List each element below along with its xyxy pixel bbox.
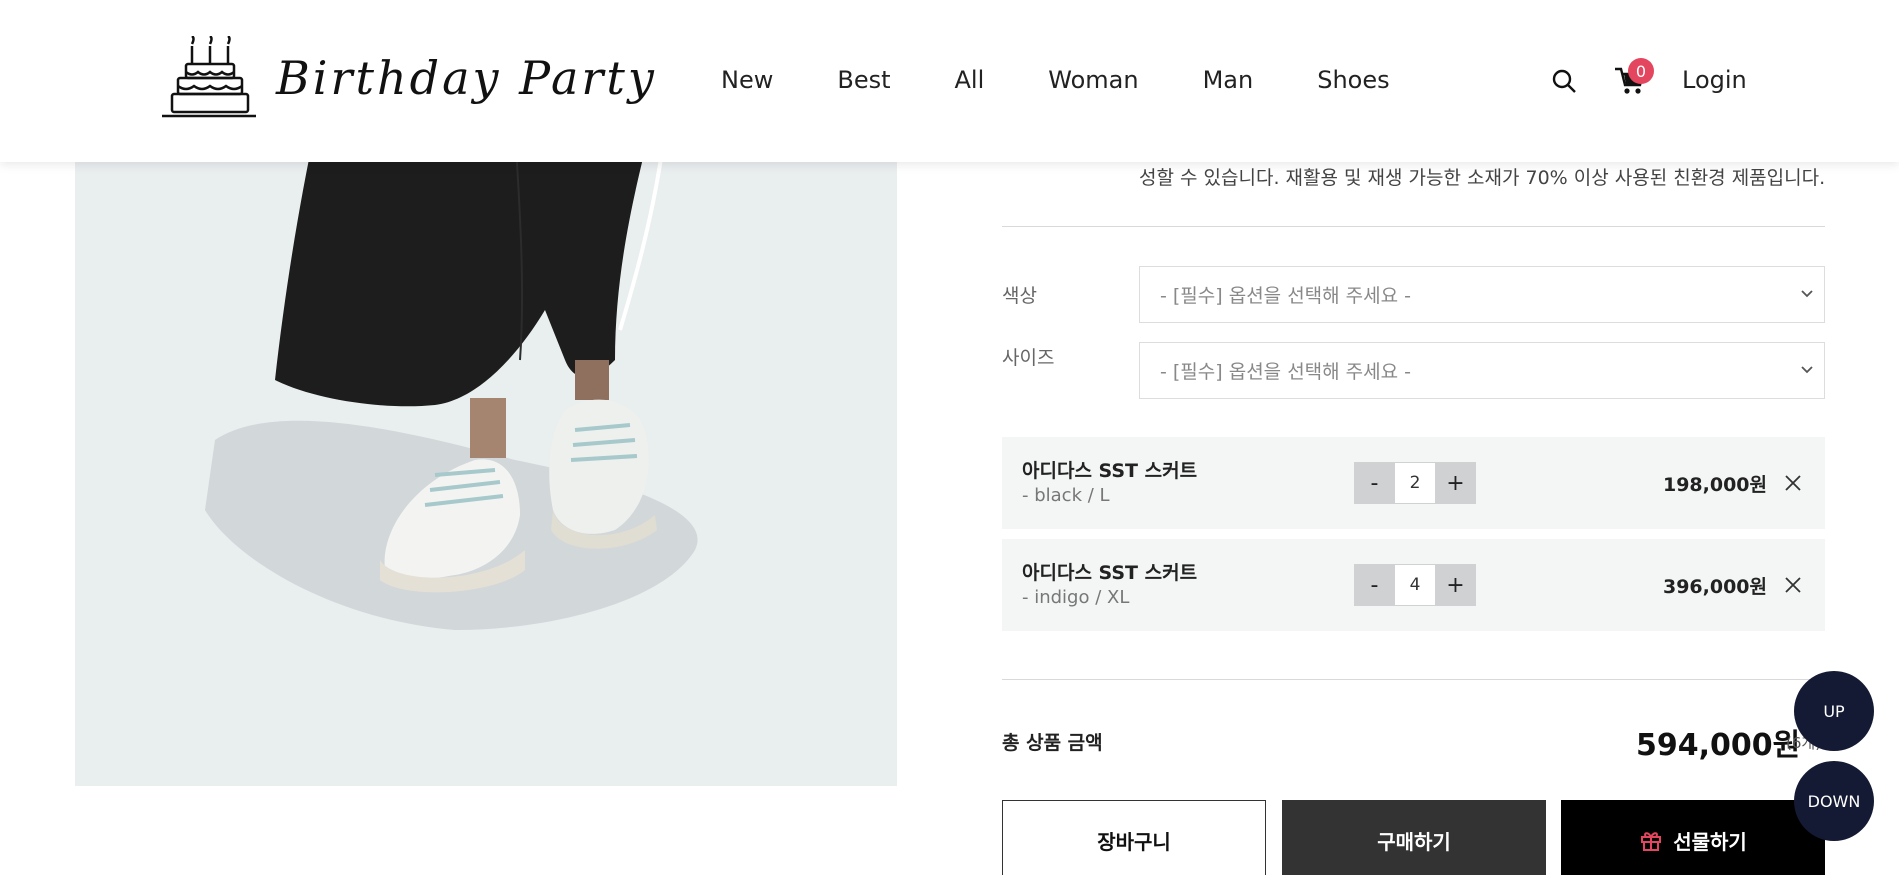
close-icon[interactable]: [1783, 575, 1803, 595]
cart-count-badge: 0: [1628, 58, 1654, 84]
qty-minus-button[interactable]: -: [1354, 462, 1395, 504]
scroll-up-button[interactable]: UP: [1794, 671, 1874, 751]
item-name: 아디다스 SST 스커트: [1022, 562, 1198, 584]
selected-item-row: 아디다스 SST 스커트 - indigo / XL - 4 + 396,000…: [1002, 539, 1825, 631]
site-header: Birthday Party New Best All Woman Man Sh…: [0, 0, 1899, 162]
selected-item-row: 아디다스 SST 스커트 - black / L - 2 + 198,000원: [1002, 437, 1825, 529]
item-price: 396,000원: [1662, 576, 1767, 598]
nav-shoes[interactable]: Shoes: [1317, 66, 1389, 94]
qty-minus-button[interactable]: -: [1354, 564, 1395, 606]
qty-input[interactable]: 4: [1395, 564, 1435, 606]
product-description: 성할 수 있습니다. 재활용 및 재생 가능한 소재가 70% 이상 사용된 친…: [1139, 167, 1826, 189]
close-icon[interactable]: [1783, 473, 1803, 493]
color-option-label: 색상: [1002, 285, 1037, 307]
search-icon[interactable]: [1551, 68, 1577, 94]
main-nav: New Best All Woman Man Shoes: [721, 66, 1390, 94]
item-price: 198,000원: [1662, 474, 1767, 496]
item-option: - indigo / XL: [1022, 587, 1130, 608]
qty-plus-button[interactable]: +: [1435, 462, 1476, 504]
qty-input[interactable]: 2: [1395, 462, 1435, 504]
nav-best[interactable]: Best: [837, 66, 890, 94]
qty-plus-button[interactable]: +: [1435, 564, 1476, 606]
site-logo[interactable]: Birthday Party: [160, 36, 657, 120]
divider: [1002, 679, 1825, 680]
buy-now-button[interactable]: 구매하기: [1282, 800, 1546, 875]
item-name: 아디다스 SST 스커트: [1022, 460, 1198, 482]
quantity-stepper: - 2 +: [1354, 462, 1476, 504]
total-price: 594,000원: [1636, 728, 1801, 763]
logo-text: Birthday Party: [276, 51, 657, 105]
total-label: 총 상품 금액: [1002, 732, 1103, 754]
divider: [1002, 226, 1825, 227]
nav-woman[interactable]: Woman: [1048, 66, 1138, 94]
gift-icon: [1641, 832, 1662, 851]
scroll-down-button[interactable]: DOWN: [1794, 761, 1874, 841]
buy-now-label: 구매하기: [1377, 829, 1451, 854]
nav-all[interactable]: All: [955, 66, 985, 94]
size-select-value: - [필수] 옵션을 선택해 주세요 -: [1160, 361, 1412, 383]
add-to-cart-label: 장바구니: [1097, 829, 1171, 854]
add-to-cart-button[interactable]: 장바구니: [1002, 800, 1266, 875]
nav-man[interactable]: Man: [1203, 66, 1254, 94]
gift-label: 선물하기: [1673, 829, 1747, 854]
product-image: [75, 130, 897, 786]
quantity-stepper: - 4 +: [1354, 564, 1476, 606]
product-photo-illustration: [205, 130, 698, 630]
gift-button[interactable]: 선물하기: [1561, 800, 1825, 875]
item-option: - black / L: [1022, 485, 1110, 506]
size-select[interactable]: - [필수] 옵션을 선택해 주세요 -: [1139, 342, 1825, 399]
color-select-value: - [필수] 옵션을 선택해 주세요 -: [1160, 285, 1412, 307]
birthday-cake-icon: [162, 36, 256, 118]
nav-new[interactable]: New: [721, 66, 773, 94]
login-link[interactable]: Login: [1682, 66, 1747, 94]
size-option-label: 사이즈: [1002, 347, 1055, 369]
color-select[interactable]: - [필수] 옵션을 선택해 주세요 -: [1139, 266, 1825, 323]
chevron-down-icon: [1801, 290, 1813, 298]
chevron-down-icon: [1801, 366, 1813, 374]
